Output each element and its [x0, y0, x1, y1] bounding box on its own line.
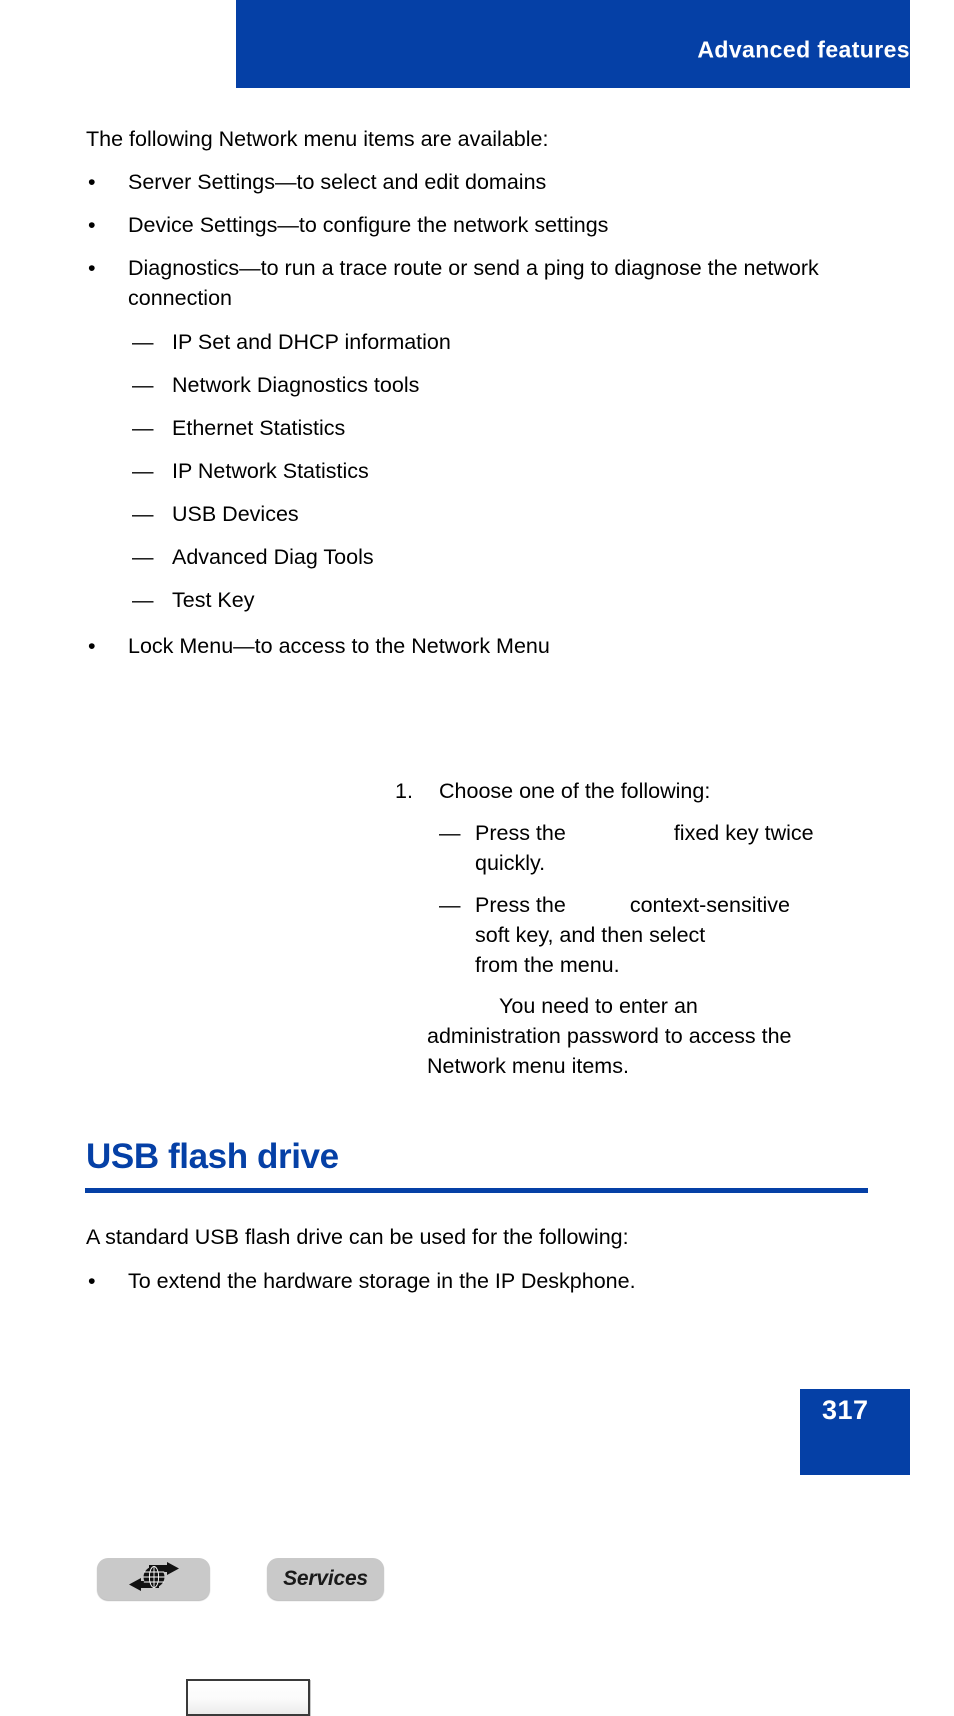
step-number: 1. — [395, 779, 413, 803]
list-item-label: Test Key — [172, 588, 255, 612]
list-item-label: Device Settings—to configure the network… — [128, 213, 609, 237]
services-key-label: Services — [283, 1567, 368, 1590]
services-text-key[interactable]: Services — [267, 1558, 384, 1600]
substep-text: Press the context-sensitive soft key, and… — [395, 890, 875, 980]
substep-text-after: context-sensitive — [629, 893, 790, 917]
substep-text-line2: soft key, and then select — [475, 923, 706, 947]
list-item: — USB Devices — [86, 499, 886, 529]
dash-marker: — — [132, 502, 154, 526]
list-item-label: USB Devices — [172, 502, 299, 526]
list-item-label: Diagnostics—to run a trace route or send… — [128, 256, 819, 310]
list-item: • Diagnostics—to run a trace route or se… — [86, 253, 886, 313]
dash-marker: — — [132, 459, 154, 483]
list-item: • Server Settings—to select and edit dom… — [86, 167, 886, 197]
procedure-step-1: 1. Choose one of the following: — [395, 776, 710, 806]
list-item: — Advanced Diag Tools — [86, 542, 886, 572]
substep-text-before: Press the — [475, 893, 566, 917]
dash-marker: — — [439, 893, 461, 917]
note-line-2: administration password to access the — [427, 1024, 792, 1048]
list-item: — Test Key — [86, 585, 886, 615]
list-item-label: To extend the hardware storage in the IP… — [128, 1269, 636, 1293]
globe-arrows-icon — [123, 1561, 185, 1597]
services-globe-key[interactable] — [97, 1558, 210, 1600]
page-header-title: Advanced features — [697, 36, 910, 63]
procedure-step-block: Services 1. Choose one of the following:… — [0, 772, 954, 1716]
list-item-label: Ethernet Statistics — [172, 416, 346, 440]
list-item: — IP Network Statistics — [86, 456, 886, 486]
list-item-label: Advanced Diag Tools — [172, 545, 374, 569]
page-number: 317 — [822, 1395, 869, 1425]
list-item-lock-menu: • Lock Menu—to access to the Network Men… — [86, 631, 928, 661]
note-line-1: You need to enter an — [499, 994, 698, 1018]
substep-text-after: fixed key twice — [673, 821, 814, 845]
list-item-label: Network Diagnostics tools — [172, 373, 420, 397]
list-item: — IP Set and DHCP information — [86, 327, 886, 357]
list-item: — Network Diagnostics tools — [86, 370, 886, 400]
bullet-marker: • — [88, 213, 96, 237]
procedure-substep-1: — Press the fixed key twice quickly. — [395, 818, 875, 878]
substep-text-line3: from the menu. — [475, 953, 620, 977]
bullet-marker: • — [88, 1269, 96, 1293]
bullet-marker: • — [88, 256, 96, 280]
dash-marker: — — [132, 416, 154, 440]
network-menu-intro-paragraph: The following Network menu items are ava… — [86, 127, 549, 151]
list-item-label: Lock Menu—to access to the Network Menu — [128, 634, 550, 658]
substep-text-line2: quickly. — [475, 851, 546, 875]
dash-marker: — — [439, 821, 461, 845]
substep-text: Press the fixed key twice quickly. — [395, 818, 875, 878]
procedure-note: You need to enter an administration pass… — [427, 991, 897, 1081]
blank-soft-key[interactable] — [186, 1679, 310, 1716]
list-item: • To extend the hardware storage in the … — [86, 1266, 928, 1296]
list-item-label: IP Set and DHCP information — [172, 330, 451, 354]
dash-marker: — — [132, 330, 154, 354]
note-line-3: Network menu items. — [427, 1054, 629, 1078]
list-item: • Device Settings—to configure the netwo… — [86, 210, 886, 240]
dash-marker: — — [132, 545, 154, 569]
dash-marker: — — [132, 588, 154, 612]
procedure-substep-2: — Press the context-sensitive soft key, a… — [395, 890, 875, 980]
usb-intro-paragraph: A standard USB flash drive can be used f… — [86, 1225, 629, 1249]
dash-marker: — — [132, 373, 154, 397]
diagnostics-sub-list: — IP Set and DHCP information — Network … — [86, 327, 886, 628]
substep-text-before: Press the — [475, 821, 566, 845]
list-item-label: Server Settings—to select and edit domai… — [128, 170, 547, 194]
page-section-heading: USB flash drive — [86, 1137, 339, 1176]
bullet-marker: • — [88, 634, 96, 658]
bullet-marker: • — [88, 170, 96, 194]
list-item: — Ethernet Statistics — [86, 413, 886, 443]
network-menu-bullet-list: • Server Settings—to select and edit dom… — [86, 167, 886, 326]
step-instruction: Choose one of the following: — [439, 779, 711, 803]
list-item-label: IP Network Statistics — [172, 459, 369, 483]
section-heading-rule — [85, 1188, 868, 1193]
